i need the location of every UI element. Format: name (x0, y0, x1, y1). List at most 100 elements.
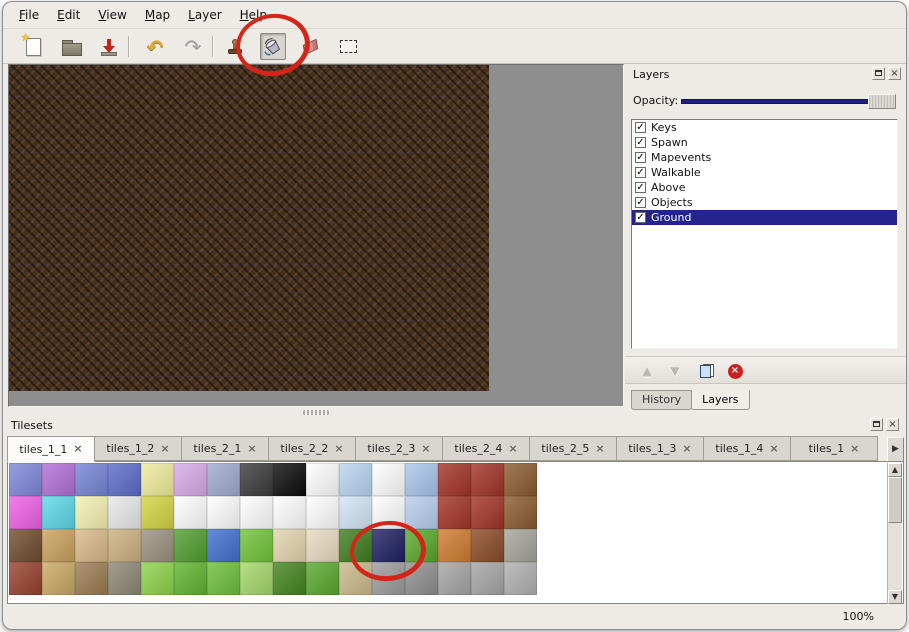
tile-2-8[interactable] (273, 529, 306, 562)
layer-row-above[interactable]: Above (632, 180, 897, 195)
tileset-scrollbar[interactable]: ▲ ▼ (887, 463, 902, 604)
tile-0-1[interactable] (42, 463, 75, 496)
tile-0-4[interactable] (141, 463, 174, 496)
tile-3-1[interactable] (42, 562, 75, 595)
tile-0-7[interactable] (240, 463, 273, 496)
tileset-tab-tiles_2_4[interactable]: tiles_2_4× (442, 436, 530, 461)
new-file-button[interactable]: ★ (20, 33, 46, 60)
undo-button[interactable]: ↶ (142, 33, 168, 60)
redo-button[interactable]: ↷ (180, 33, 206, 60)
opacity-slider-thumb[interactable] (868, 94, 896, 109)
close-panel-button[interactable]: × (886, 418, 899, 431)
tileset-tab-tiles_1_4[interactable]: tiles_1_4× (703, 436, 791, 461)
layer-row-walkable[interactable]: Walkable (632, 165, 897, 180)
layer-visibility-checkbox[interactable] (635, 212, 646, 223)
tile-0-2[interactable] (75, 463, 108, 496)
tile-0-8[interactable] (273, 463, 306, 496)
tile-3-9[interactable] (306, 562, 339, 595)
tile-1-2[interactable] (75, 496, 108, 529)
tileset-tab-tiles_1_2[interactable]: tiles_1_2× (94, 436, 182, 461)
tab-close-icon[interactable]: × (160, 444, 169, 454)
menu-view[interactable]: View (89, 5, 135, 25)
tile-2-10[interactable] (339, 529, 372, 562)
tileset-tab-tiles_1_3[interactable]: tiles_1_3× (616, 436, 704, 461)
tile-0-12[interactable] (405, 463, 438, 496)
tile-1-12[interactable] (405, 496, 438, 529)
tab-layers[interactable]: Layers (691, 390, 749, 410)
tile-1-4[interactable] (141, 496, 174, 529)
bucket-fill-tool-button[interactable] (260, 33, 286, 60)
tile-2-14[interactable] (471, 529, 504, 562)
tile-3-3[interactable] (108, 562, 141, 595)
selection-tool-button[interactable] (335, 33, 361, 60)
tab-scroll-right-button[interactable]: ▶ (887, 437, 904, 462)
tab-close-icon[interactable]: × (595, 444, 604, 454)
tile-3-15[interactable] (504, 562, 537, 595)
tile-0-0[interactable] (9, 463, 42, 496)
menu-edit[interactable]: Edit (48, 5, 89, 25)
tile-0-13[interactable] (438, 463, 471, 496)
tile-0-10[interactable] (339, 463, 372, 496)
menu-map[interactable]: Map (136, 5, 179, 25)
tile-3-6[interactable] (207, 562, 240, 595)
float-panel-button[interactable] (872, 67, 885, 80)
layer-row-ground[interactable]: Ground (632, 210, 897, 225)
map-view[interactable] (8, 64, 624, 407)
tile-0-6[interactable] (207, 463, 240, 496)
open-file-button[interactable] (58, 33, 84, 60)
tile-1-6[interactable] (207, 496, 240, 529)
tile-0-3[interactable] (108, 463, 141, 496)
scroll-down-button[interactable]: ▼ (888, 590, 902, 604)
eraser-tool-button[interactable] (297, 33, 323, 60)
layer-visibility-checkbox[interactable] (635, 152, 646, 163)
tile-3-5[interactable] (174, 562, 207, 595)
float-panel-button[interactable] (870, 418, 883, 431)
layer-visibility-checkbox[interactable] (635, 167, 646, 178)
tab-close-icon[interactable]: × (769, 444, 778, 454)
tab-close-icon[interactable]: × (334, 444, 343, 454)
tile-2-6[interactable] (207, 529, 240, 562)
scrollbar-thumb[interactable] (888, 477, 902, 523)
tile-2-15[interactable] (504, 529, 537, 562)
tile-3-11[interactable] (372, 562, 405, 595)
tab-close-icon[interactable]: × (850, 444, 859, 454)
layer-row-mapevents[interactable]: Mapevents (632, 150, 897, 165)
tile-1-14[interactable] (471, 496, 504, 529)
tab-close-icon[interactable]: × (73, 444, 82, 454)
tile-3-12[interactable] (405, 562, 438, 595)
layer-row-objects[interactable]: Objects (632, 195, 897, 210)
tab-history[interactable]: History (631, 390, 692, 410)
tile-1-8[interactable] (273, 496, 306, 529)
tile-0-5[interactable] (174, 463, 207, 496)
close-panel-button[interactable]: × (888, 67, 901, 80)
tile-1-3[interactable] (108, 496, 141, 529)
tab-close-icon[interactable]: × (247, 444, 256, 454)
tile-2-13[interactable] (438, 529, 471, 562)
tile-3-8[interactable] (273, 562, 306, 595)
tile-2-12[interactable] (405, 529, 438, 562)
tileset-tab-tiles_1_1[interactable]: tiles_1_1× (7, 436, 95, 462)
tab-close-icon[interactable]: × (421, 444, 430, 454)
tile-1-1[interactable] (42, 496, 75, 529)
tile-2-1[interactable] (42, 529, 75, 562)
tab-close-icon[interactable]: × (508, 444, 517, 454)
menu-file[interactable]: File (10, 5, 48, 25)
tile-1-5[interactable] (174, 496, 207, 529)
tile-2-7[interactable] (240, 529, 273, 562)
tile-2-0[interactable] (9, 529, 42, 562)
tile-3-14[interactable] (471, 562, 504, 595)
tile-3-2[interactable] (75, 562, 108, 595)
tile-2-5[interactable] (174, 529, 207, 562)
tile-2-4[interactable] (141, 529, 174, 562)
layer-delete-button[interactable]: × (725, 361, 745, 381)
tileset-tab-tiles_2_3[interactable]: tiles_2_3× (355, 436, 443, 461)
layer-row-keys[interactable]: Keys (632, 120, 897, 135)
tile-0-9[interactable] (306, 463, 339, 496)
layer-visibility-checkbox[interactable] (635, 182, 646, 193)
map-canvas[interactable] (9, 65, 489, 391)
layer-move-up-button[interactable]: ▲ (637, 361, 657, 381)
tile-3-13[interactable] (438, 562, 471, 595)
tile-1-10[interactable] (339, 496, 372, 529)
stamp-tool-button[interactable] (222, 33, 248, 60)
pane-splitter[interactable] (8, 408, 624, 416)
